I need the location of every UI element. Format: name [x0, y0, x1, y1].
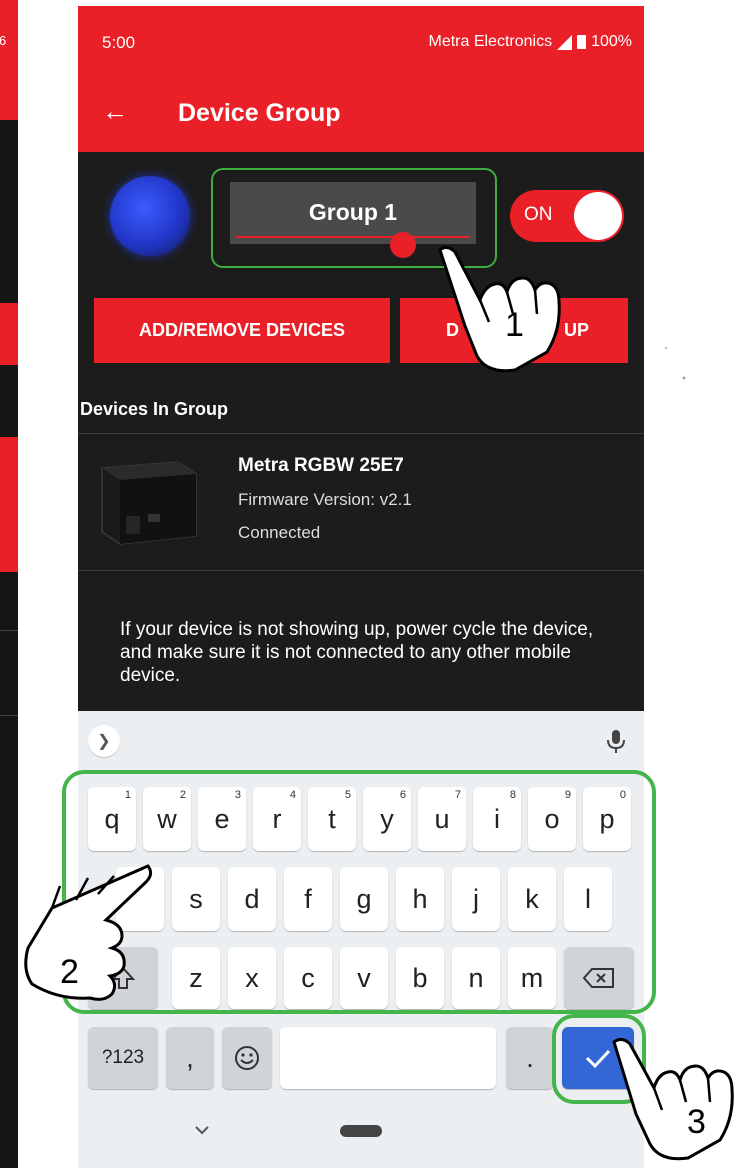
symbols-label: ?123 — [101, 1047, 145, 1068]
battery-percent: 100% — [591, 33, 632, 50]
step2-number: 2 — [60, 953, 79, 991]
emoji-key[interactable] — [222, 1027, 272, 1089]
strip-red-block — [0, 437, 18, 572]
input-underline — [236, 236, 470, 238]
pointing-hand-icon — [438, 245, 561, 373]
carrier-label: Metra Electronics — [428, 33, 553, 50]
device-name: Metra RGBW 25E7 — [238, 455, 404, 476]
signal-icon — [557, 34, 573, 50]
period-label: . — [526, 1042, 534, 1073]
status-bar: 5:00 Metra Electronics 100% — [78, 6, 644, 80]
period-key[interactable]: . — [506, 1027, 554, 1089]
status-time: 5:00 — [102, 33, 136, 52]
group-power-toggle[interactable]: ON — [510, 190, 624, 242]
group-name-text: Group 1 — [308, 199, 398, 225]
strip-red-header — [0, 0, 18, 120]
help-text: If your device is not showing up, power … — [120, 619, 594, 686]
comma-label: , — [186, 1042, 194, 1073]
app-bar: ← Device Group — [78, 80, 644, 152]
microphone-icon[interactable] — [602, 727, 630, 755]
chevron-down-icon[interactable] — [194, 1125, 210, 1135]
smiley-icon — [235, 1046, 259, 1070]
toggle-label: ON — [524, 204, 553, 225]
strip-divider — [0, 630, 18, 631]
device-firmware: Firmware Version: v2.1 — [238, 490, 412, 509]
spacebar-key[interactable] — [280, 1027, 496, 1089]
step1-number: 1 — [505, 306, 524, 344]
status-right: Metra Electronics 100% — [428, 33, 632, 51]
color-indicator[interactable] — [110, 176, 190, 256]
battery-icon — [577, 35, 587, 49]
chevron-right-icon[interactable]: ❯ — [88, 725, 120, 757]
strip-divider — [0, 715, 18, 716]
arrow-left-icon[interactable]: ← — [102, 96, 128, 127]
home-pill[interactable] — [340, 1125, 382, 1137]
strip-battery-text: 6 — [0, 33, 7, 48]
add-remove-label: ADD/REMOVE DEVICES — [138, 320, 346, 340]
scan-specks — [664, 346, 686, 380]
adjacent-screenshot-strip: 6 — [0, 0, 18, 1168]
pointing-hand-icon — [612, 1037, 734, 1161]
group-name-input[interactable]: Group 1 — [230, 182, 476, 258]
comma-key[interactable]: , — [166, 1027, 214, 1089]
strip-red-button — [0, 303, 18, 365]
device-status: Connected — [238, 523, 321, 542]
device-image — [101, 461, 197, 545]
symbols-key[interactable]: ?123 — [88, 1027, 158, 1089]
step3-number: 3 — [687, 1103, 706, 1141]
divider — [78, 570, 644, 571]
divider — [78, 433, 644, 434]
page-title: Device Group — [178, 99, 341, 127]
add-remove-devices-button[interactable]: ADD/REMOVE DEVICES — [94, 298, 390, 363]
toggle-knob — [574, 192, 622, 240]
text-cursor-handle[interactable] — [390, 232, 416, 258]
pointing-hand-icon — [24, 864, 153, 1001]
section-title: Devices In Group — [80, 399, 229, 419]
